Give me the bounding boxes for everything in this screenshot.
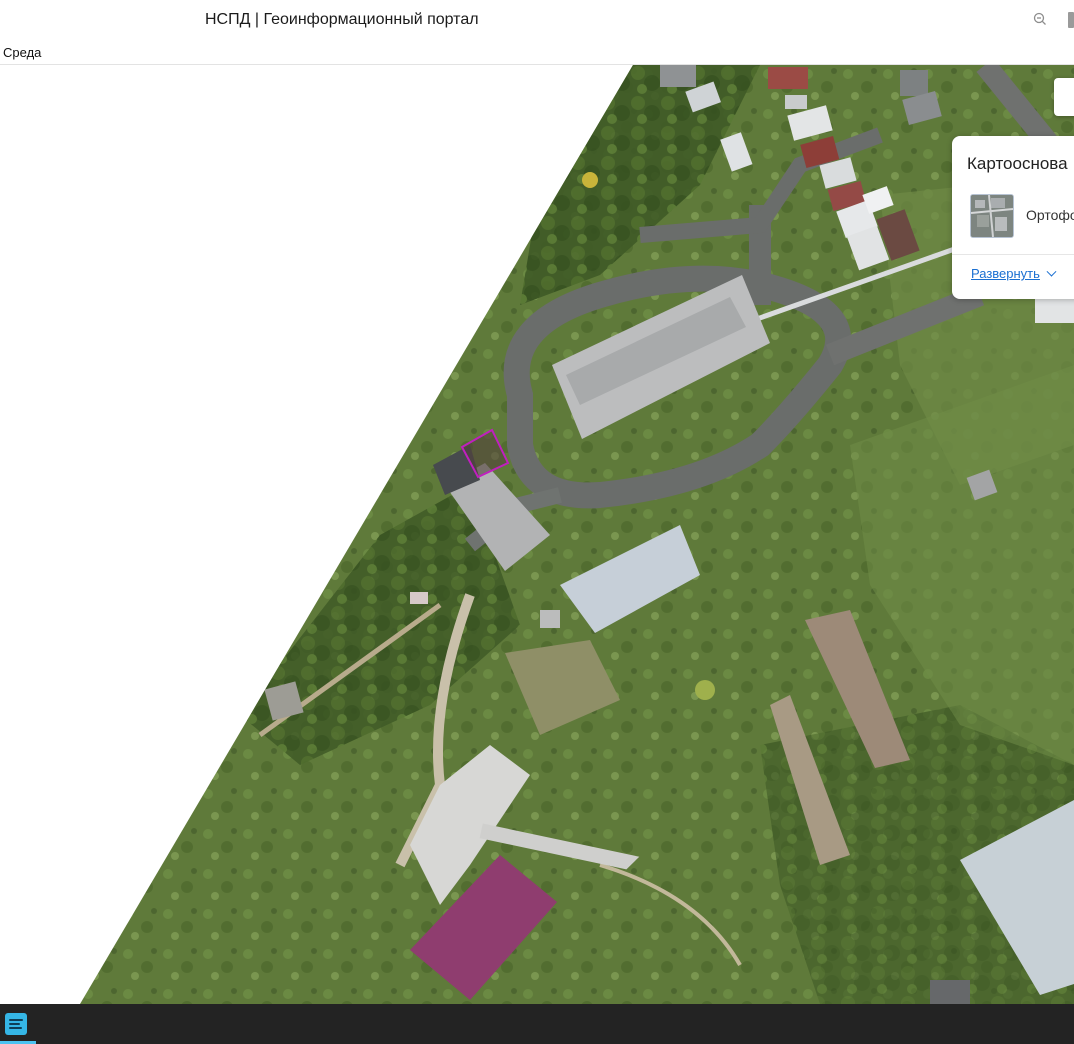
menu-item-sreda[interactable]: Среда — [3, 45, 41, 60]
basemap-option-orthophoto[interactable]: Ортофотоплан — [952, 192, 1074, 242]
taskbar-app-button[interactable] — [0, 1004, 36, 1044]
map-control-button[interactable] — [1054, 78, 1074, 116]
notepad-app-icon — [5, 1013, 27, 1035]
menu-bar: Среда — [0, 42, 1074, 65]
window-title: НСПД | Геоинформационный портал — [205, 11, 479, 28]
panel-divider — [952, 254, 1074, 255]
basemap-option-label: Ортофотоплан — [1026, 207, 1074, 223]
orthophoto-map[interactable] — [0, 65, 1074, 1004]
zoom-out-icon[interactable] — [1033, 12, 1047, 26]
expand-link-label: Развернуть — [971, 266, 1040, 281]
orthophoto-thumbnail[interactable] — [970, 194, 1014, 238]
title-bar: НСПД | Геоинформационный портал — [0, 0, 1074, 42]
window-edge-icon — [1068, 12, 1074, 28]
map-view[interactable] — [0, 65, 1074, 1004]
basemap-panel-title: Картооснова — [967, 154, 1068, 173]
expand-link[interactable]: Развернуть — [971, 266, 1057, 281]
orthophoto-area — [80, 65, 1074, 1004]
taskbar — [0, 1004, 1074, 1044]
chevron-down-icon — [1046, 266, 1057, 277]
basemap-panel: Картооснова Ортофотоплан Развернуть — [952, 136, 1074, 299]
